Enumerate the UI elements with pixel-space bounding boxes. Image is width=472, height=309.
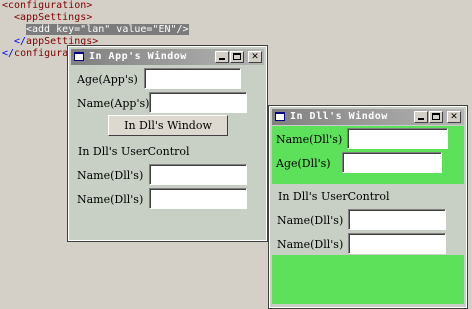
app-uc-name2-input[interactable] <box>149 188 247 209</box>
app-age-input[interactable] <box>144 68 241 89</box>
app-window: In App's Window ✕ Age(App's) Name(App's)… <box>67 45 268 242</box>
dll-uc-name2-input[interactable] <box>348 233 446 254</box>
dll-uc-name2-label: Name(Dll's) <box>277 238 344 251</box>
dll-name-input[interactable] <box>347 128 448 149</box>
close-icon[interactable]: ✕ <box>447 111 461 123</box>
dll-window-title: In Dll's Window <box>290 111 388 122</box>
app-window-titlebar[interactable]: In App's Window ✕ <box>71 49 264 65</box>
app-uc-name1-input[interactable] <box>149 164 247 185</box>
dll-form-top-area: Name(Dll's) Age(Dll's) <box>272 126 464 184</box>
dll-form-bottom-area <box>272 255 464 304</box>
app-name-input[interactable] <box>149 92 247 113</box>
dll-usercontrol-panel: In Dll's UserControl Name(Dll's) Name(Dl… <box>272 184 464 255</box>
minimize-icon[interactable] <box>215 51 229 63</box>
minimize-icon[interactable] <box>414 111 428 123</box>
maximize-icon[interactable] <box>429 111 443 123</box>
dll-window: In Dll's Window ✕ Name(Dll's) Age(Dll's)… <box>268 105 468 309</box>
maximize-icon[interactable] <box>230 51 244 63</box>
xml-line-add-key: <add key="lan" value="EN"/> <box>26 24 189 35</box>
window-icon <box>275 112 285 121</box>
dll-window-titlebar[interactable]: In Dll's Window ✕ <box>272 109 464 125</box>
window-icon <box>74 52 84 61</box>
dll-age-label: Age(Dll's) <box>276 157 331 170</box>
app-usercontrol-caption: In Dll's UserControl <box>78 145 190 158</box>
app-window-title: In App's Window <box>89 51 187 62</box>
app-name-label: Name(App's) <box>77 97 150 110</box>
xml-line-configuration-open: <configuration> <box>2 0 93 11</box>
app-uc-name1-label: Name(Dll's) <box>77 169 144 182</box>
open-dll-window-button[interactable]: In Dll's Window <box>108 115 228 136</box>
xml-line-appsettings-open: <appSettings> <box>14 12 93 23</box>
app-usercontrol-panel: In Dll's UserControl Name(Dll's) Name(Dl… <box>71 139 263 212</box>
app-age-label: Age(App's) <box>77 73 138 86</box>
dll-name-label: Name(Dll's) <box>276 133 343 146</box>
dll-usercontrol-caption: In Dll's UserControl <box>278 190 390 203</box>
close-icon[interactable]: ✕ <box>248 51 262 63</box>
dll-uc-name1-label: Name(Dll's) <box>277 214 344 227</box>
dll-uc-name1-input[interactable] <box>348 209 446 230</box>
dll-age-input[interactable] <box>342 152 442 173</box>
app-uc-name2-label: Name(Dll's) <box>77 193 144 206</box>
